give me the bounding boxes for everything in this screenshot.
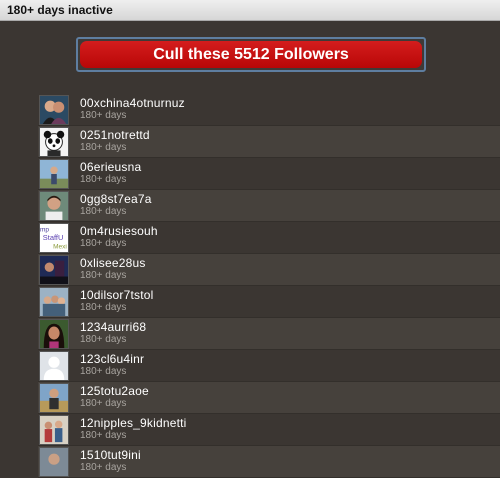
username[interactable]: 00xchina4otnurnuz [80, 96, 185, 110]
title-bar: 180+ days inactive [0, 0, 500, 21]
panda-icon [39, 127, 69, 157]
list-item[interactable]: 12nipples_9kidnetti 180+ days [38, 414, 500, 446]
inactive-duration: 180+ days [80, 302, 127, 313]
photo-partial-icon [39, 447, 69, 477]
username[interactable]: 1234aurri68 [80, 320, 146, 334]
list-item[interactable]: 00xchina4otnurnuz 180+ days [38, 94, 500, 126]
default-profile-icon [39, 351, 69, 381]
inactive-duration: 180+ days [80, 270, 127, 281]
list-item[interactable]: 1234aurri68 180+ days [38, 318, 500, 350]
inactive-duration: 180+ days [80, 366, 127, 377]
username[interactable]: 06erieusna [80, 160, 141, 174]
inactive-duration: 180+ days [80, 110, 127, 121]
list-item[interactable]: 0gg8st7ea7a 180+ days [38, 190, 500, 222]
photo-couple-icon [39, 95, 69, 125]
follower-list: 00xchina4otnurnuz 180+ days 0251notrettd… [38, 94, 500, 478]
list-item[interactable]: 125totu2aoe 180+ days [38, 382, 500, 414]
photo-woman-icon [39, 319, 69, 349]
list-item[interactable]: 123cl6u4inr 180+ days [38, 350, 500, 382]
photo-dark-scene-icon [39, 255, 69, 285]
username[interactable]: 10dilsor7tstol [80, 288, 154, 302]
photo-man-outdoor-icon [39, 383, 69, 413]
inactive-duration: 180+ days [80, 398, 127, 409]
inactive-duration: 180+ days [80, 142, 127, 153]
window-title: 180+ days inactive [7, 3, 113, 17]
svg-text:Mexi: Mexi [53, 243, 67, 250]
photo-group-icon [39, 287, 69, 317]
photo-person-outdoor-icon [39, 159, 69, 189]
photo-family-icon [39, 415, 69, 445]
inactive-duration: 180+ days [80, 174, 127, 185]
username[interactable]: 0xlisee28us [80, 256, 146, 270]
list-item[interactable]: mp StaffU Mexi 0m4rusiesouh 180+ days [38, 222, 500, 254]
list-item[interactable]: 06erieusna 180+ days [38, 158, 500, 190]
cull-followers-button[interactable]: Cull these 5512 Followers [80, 41, 422, 68]
username[interactable]: 0m4rusiesouh [80, 224, 158, 238]
list-item[interactable]: 10dilsor7tstol 180+ days [38, 286, 500, 318]
cull-button-focus-ring: Cull these 5512 Followers [76, 37, 426, 72]
username[interactable]: 0251notrettd [80, 128, 150, 142]
list-item[interactable]: 0xlisee28us 180+ days [38, 254, 500, 286]
inactive-duration: 180+ days [80, 462, 127, 473]
inactive-duration: 180+ days [80, 430, 127, 441]
svg-text:StaffU: StaffU [43, 233, 64, 242]
inactive-duration: 180+ days [80, 206, 127, 217]
username[interactable]: 12nipples_9kidnetti [80, 416, 187, 430]
inactive-duration: 180+ days [80, 334, 127, 345]
username[interactable]: 1510tut9ini [80, 448, 141, 462]
photo-man-icon [39, 191, 69, 221]
list-item[interactable]: 0251notrettd 180+ days [38, 126, 500, 158]
username[interactable]: 125totu2aoe [80, 384, 149, 398]
username[interactable]: 123cl6u4inr [80, 352, 144, 366]
inactive-duration: 180+ days [80, 238, 127, 249]
list-item[interactable]: 1510tut9ini 180+ days [38, 446, 500, 478]
username[interactable]: 0gg8st7ea7a [80, 192, 152, 206]
staff-logo-icon: mp StaffU Mexi [39, 223, 69, 253]
